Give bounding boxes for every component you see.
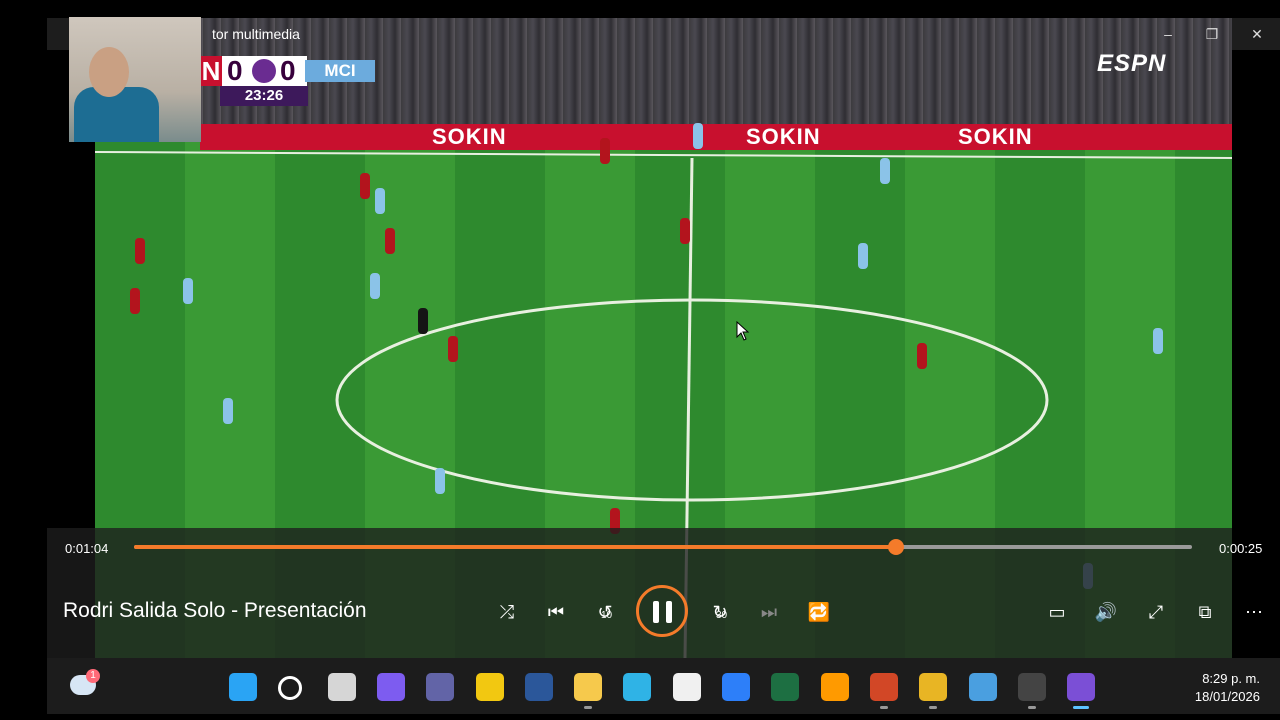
clock-date: 18/01/2026 xyxy=(1194,689,1260,704)
player xyxy=(858,243,868,269)
word-icon[interactable] xyxy=(524,673,553,701)
file-explorer-icon[interactable] xyxy=(574,673,603,701)
referee xyxy=(418,308,428,334)
repeat-button[interactable]: 🔁 xyxy=(805,598,833,626)
edge-icon[interactable] xyxy=(623,673,652,701)
snipping-tool-icon[interactable] xyxy=(968,673,997,701)
remaining-time: 0:00:25 xyxy=(1219,541,1263,556)
running-indicator xyxy=(879,706,888,709)
mouse-cursor-icon xyxy=(736,321,750,341)
broadcaster-logo: ESPN xyxy=(1097,50,1167,77)
more-options-button[interactable]: ⋯ xyxy=(1240,598,1268,626)
forward-seconds: 30 xyxy=(716,610,728,621)
media-player-icon[interactable] xyxy=(1067,673,1096,701)
player xyxy=(880,158,890,184)
webcam-person xyxy=(74,87,159,142)
illustrator-icon[interactable] xyxy=(820,673,849,701)
away-score: 0 xyxy=(280,55,296,86)
minimize-button[interactable]: – xyxy=(1153,22,1183,46)
elapsed-time: 0:01:04 xyxy=(65,541,109,556)
player xyxy=(680,218,690,244)
seek-bar-thumb[interactable] xyxy=(887,539,904,555)
miniplayer-button[interactable]: ⧉ xyxy=(1191,598,1219,626)
fullscreen-button[interactable]: ⤢ xyxy=(1142,598,1170,626)
player xyxy=(600,138,610,164)
start-icon[interactable] xyxy=(229,673,257,701)
chrome-icon[interactable] xyxy=(919,673,948,701)
restore-button[interactable]: ❐ xyxy=(1197,22,1227,46)
scoreboard: N 0 0 MCI 23:26 xyxy=(200,56,376,106)
previous-button[interactable]: ⏮ xyxy=(542,598,570,626)
seek-bar-progress xyxy=(134,545,896,549)
forward-button[interactable]: ↻ 30 xyxy=(706,598,734,626)
window-title: tor multimedia xyxy=(212,26,300,42)
webcam-overlay xyxy=(69,17,201,142)
app-icon[interactable] xyxy=(722,673,750,701)
running-indicator xyxy=(1073,706,1090,709)
close-button[interactable]: ✕ xyxy=(1242,22,1272,46)
away-team-abbr: MCI xyxy=(305,60,375,82)
player xyxy=(223,398,233,424)
player xyxy=(1153,328,1163,354)
rewind-button[interactable]: ↺ 10 xyxy=(591,598,619,626)
player xyxy=(370,273,380,299)
volume-button[interactable]: 🔊 xyxy=(1092,598,1120,626)
player xyxy=(917,343,927,369)
play-pause-button[interactable] xyxy=(636,585,688,637)
pause-icon xyxy=(653,601,659,623)
rewind-seconds: 10 xyxy=(601,610,613,621)
player xyxy=(183,278,193,304)
copilot-icon[interactable] xyxy=(376,673,405,701)
player xyxy=(360,173,370,199)
score-box: 0 0 xyxy=(222,56,307,86)
player xyxy=(375,188,385,214)
running-indicator xyxy=(929,706,938,709)
shuffle-button[interactable]: ⤮ xyxy=(493,598,521,626)
next-button[interactable]: ⏭ xyxy=(755,598,783,626)
powerpoint-icon[interactable] xyxy=(869,673,898,701)
player xyxy=(130,288,140,314)
notification-badge: 1 xyxy=(86,669,100,683)
running-indicator xyxy=(584,706,593,709)
pause-icon xyxy=(666,601,672,623)
player xyxy=(693,123,703,149)
home-team-abbr: N xyxy=(200,56,222,86)
subtitles-button[interactable]: ▭ xyxy=(1043,598,1071,626)
league-logo-icon xyxy=(252,59,276,83)
webcam-face xyxy=(89,47,129,97)
store-icon[interactable] xyxy=(672,673,701,701)
player xyxy=(448,336,458,362)
obs-icon[interactable] xyxy=(1017,673,1046,701)
match-clock: 23:26 xyxy=(220,86,308,106)
media-title: Rodri Salida Solo - Presentación xyxy=(63,599,367,622)
running-indicator xyxy=(1027,706,1036,709)
player xyxy=(385,228,395,254)
teams-icon[interactable] xyxy=(426,673,455,701)
power-bi-icon[interactable] xyxy=(475,673,504,701)
player xyxy=(435,468,445,494)
excel-icon[interactable] xyxy=(771,673,800,701)
player xyxy=(135,238,145,264)
task-view-icon[interactable] xyxy=(327,673,356,701)
system-clock[interactable]: 8:29 p. m. 18/01/2026 xyxy=(1195,670,1260,706)
home-score: 0 xyxy=(227,55,243,86)
clock-time: 8:29 p. m. xyxy=(1202,671,1260,686)
